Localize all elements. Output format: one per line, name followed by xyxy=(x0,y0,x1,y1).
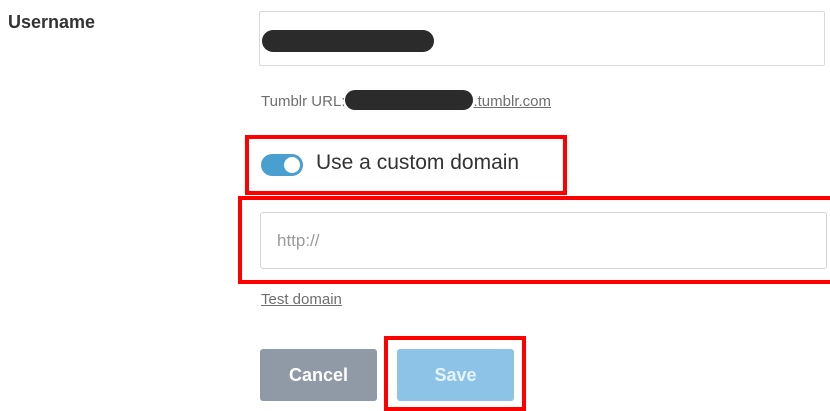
tumblr-url-row: Tumblr URL: .tumblr.com xyxy=(261,90,551,110)
redaction-mark xyxy=(262,30,434,52)
username-label: Username xyxy=(8,12,96,32)
cancel-button[interactable]: Cancel xyxy=(260,349,377,401)
tumblr-url-label: Tumblr URL: xyxy=(261,93,346,110)
test-domain-link[interactable]: Test domain xyxy=(261,291,342,308)
username-field[interactable] xyxy=(259,11,825,66)
highlight-box-domain-input xyxy=(238,196,830,284)
redaction-mark xyxy=(345,90,474,110)
tumblr-url-link[interactable]: .tumblr.com xyxy=(473,93,551,110)
highlight-box-toggle xyxy=(245,135,567,195)
highlight-box-save xyxy=(384,336,526,411)
